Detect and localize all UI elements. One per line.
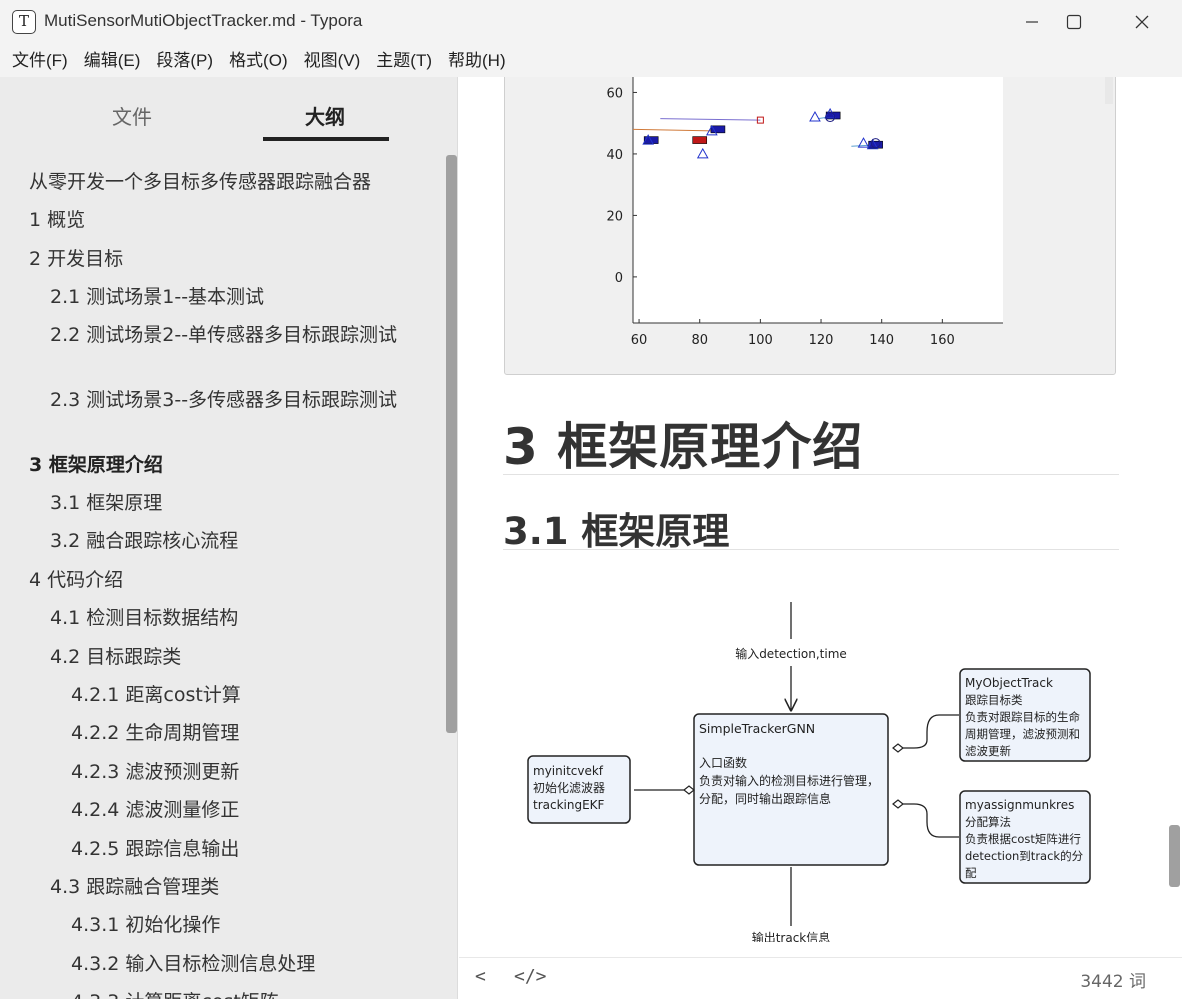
assign-munkres-line2: 分配算法	[965, 815, 1011, 829]
outline-item[interactable]: 4.2.3 滤波预测更新	[71, 759, 451, 785]
title-bar: T MutiSensorMutiObjectTracker.md - Typor…	[0, 0, 1182, 44]
x-tick-label: 140	[869, 333, 894, 348]
outline-item[interactable]: 4.2.5 跟踪信息输出	[71, 836, 451, 862]
y-tick-label: 60	[606, 86, 623, 101]
maximize-icon	[1066, 14, 1082, 30]
outline-item-active[interactable]: 3 框架原理介绍	[29, 452, 409, 478]
simple-tracker-box	[693, 713, 889, 866]
y-tick-label: 20	[606, 209, 623, 224]
object-track-line3: 负责对跟踪目标的生命	[965, 710, 1080, 724]
close-icon	[1135, 15, 1149, 29]
sidebar: 文件 大纲 从零开发一个多目标多传感器跟踪融合器 1 概览 2 开发目标 2.1…	[0, 77, 458, 999]
x-tick-label: 120	[809, 333, 834, 348]
assign-munkres-line5: 配	[965, 866, 977, 880]
y-tick-label: 0	[615, 271, 623, 286]
minimize-icon	[1026, 21, 1038, 23]
output-label: 输出track信息	[752, 930, 831, 942]
assign-munkres-line3: 负责根据cost矩阵进行	[965, 832, 1081, 846]
outline-item[interactable]: 2.2 测试场景2--单传感器多目标跟踪测试	[50, 322, 410, 348]
editor-content: 60 80 100 120 140 160 60 40 20 0 3 框架原理介绍 3.1 框架原…	[459, 77, 1182, 957]
maximize-button[interactable]	[1044, 0, 1104, 44]
bottom-right-diamond	[892, 799, 904, 809]
outline-item[interactable]: 1 概览	[29, 207, 409, 233]
object-track-line5: 滤波更新	[965, 744, 1011, 758]
source-code-mode-button[interactable]: </>	[514, 966, 547, 987]
framework-diagram: 输入detection,time SimpleTrackerGNN 入口函数 负…	[527, 602, 1091, 942]
simple-tracker-line1: 入口函数	[699, 755, 747, 770]
menu-bar: 文件(F) 编辑(E) 段落(P) 格式(O) 视图(V) 主题(T) 帮助(H…	[0, 44, 1182, 77]
top-right-connector	[903, 714, 959, 749]
x-tick-label: 80	[691, 333, 708, 348]
heading-1-rule	[503, 474, 1119, 475]
outline-item[interactable]: 4 代码介绍	[29, 567, 409, 593]
outline-item[interactable]: 4.2 目标跟踪类	[50, 644, 430, 670]
heading-2-rule	[503, 549, 1119, 550]
assign-munkres-line1: myassignmunkres	[965, 798, 1074, 812]
top-right-diamond	[892, 743, 904, 753]
editor-scrollbar[interactable]	[1169, 825, 1180, 887]
outline-item[interactable]: 3.1 框架原理	[50, 490, 430, 516]
simple-tracker-title: SimpleTrackerGNN	[699, 721, 815, 736]
object-track-line1: MyObjectTrack	[965, 676, 1053, 690]
menu-help[interactable]: 帮助(H)	[440, 44, 514, 77]
object-track-line2: 跟踪目标类	[965, 693, 1023, 707]
outline-item[interactable]: 4.3.3 计算距离cost矩阵	[71, 989, 451, 999]
menu-edit[interactable]: 编辑(E)	[76, 44, 149, 77]
close-button[interactable]	[1112, 0, 1172, 44]
outline-item[interactable]: 4.3.1 初始化操作	[71, 912, 451, 938]
tab-files[interactable]: 文件	[112, 101, 152, 130]
outline-item[interactable]: 从零开发一个多目标多传感器跟踪融合器	[29, 169, 409, 195]
menu-theme[interactable]: 主题(T)	[368, 44, 440, 77]
heading-2: 3.1 框架原理	[503, 510, 730, 553]
simple-tracker-line2: 负责对输入的检测目标进行管理，	[699, 773, 879, 788]
figure-edge	[1105, 77, 1113, 104]
outline-item[interactable]: 2.3 测试场景3--多传感器多目标跟踪测试	[50, 387, 410, 413]
sidebar-tabs: 文件 大纲	[0, 77, 457, 157]
bottom-right-connector	[903, 803, 959, 838]
active-tab-indicator	[263, 137, 389, 141]
outline-item[interactable]: 4.2.2 生命周期管理	[71, 720, 451, 746]
typora-app-icon: T	[12, 10, 36, 34]
x-tick-label: 60	[631, 333, 648, 348]
y-tick-label: 40	[606, 148, 623, 163]
heading-1: 3 框架原理介绍	[503, 418, 864, 476]
left-diamond	[683, 785, 695, 795]
object-track-line4: 周期管理，滤波预测和	[965, 727, 1080, 741]
x-tick-label: 160	[930, 333, 955, 348]
toggle-sidebar-button[interactable]: <	[475, 966, 486, 987]
tracking-plot: 60 80 100 120 140 160 60 40 20 0	[606, 77, 1113, 348]
sidebar-scrollbar[interactable]	[446, 155, 457, 733]
outline-item[interactable]: 2 开发目标	[29, 246, 409, 272]
outline-item[interactable]: 4.2.1 距离cost计算	[71, 682, 451, 708]
outline-item[interactable]: 4.3 跟踪融合管理类	[50, 874, 430, 900]
plot-area	[633, 77, 1003, 323]
outline-item[interactable]: 4.2.4 滤波测量修正	[71, 797, 451, 823]
vehicle-marker	[710, 125, 726, 134]
input-label: 输入detection,time	[735, 646, 847, 661]
init-filter-line1: myinitcvekf	[533, 764, 604, 778]
outline-item[interactable]: 3.2 融合跟踪核心流程	[50, 528, 430, 554]
simple-tracker-line3: 分配，同时输出跟踪信息	[699, 791, 831, 806]
vehicle-marker	[692, 136, 708, 144]
assign-munkres-line4: detection到track的分	[965, 849, 1084, 863]
menu-paragraph[interactable]: 段落(P)	[148, 44, 221, 77]
word-count[interactable]: 3442 词	[1080, 967, 1146, 992]
outline-item[interactable]: 2.1 测试场景1--基本测试	[50, 284, 430, 310]
outline-item[interactable]: 4.3.2 输入目标检测信息处理	[71, 951, 451, 977]
init-filter-line3: trackingEKF	[533, 798, 605, 812]
tab-outline[interactable]: 大纲	[305, 101, 345, 130]
window-title: MutiSensorMutiObjectTracker.md - Typora	[44, 11, 363, 30]
menu-file[interactable]: 文件(F)	[4, 44, 76, 77]
menu-format[interactable]: 格式(O)	[221, 44, 296, 77]
x-tick-label: 100	[748, 333, 773, 348]
menu-view[interactable]: 视图(V)	[296, 44, 369, 77]
init-filter-line2: 初始化滤波器	[533, 781, 605, 795]
tracking-plot-figure: 60 80 100 120 140 160 60 40 20 0	[504, 77, 1116, 375]
status-bar: < </> 3442 词	[459, 957, 1182, 999]
outline-item[interactable]: 4.1 检测目标数据结构	[50, 605, 430, 631]
